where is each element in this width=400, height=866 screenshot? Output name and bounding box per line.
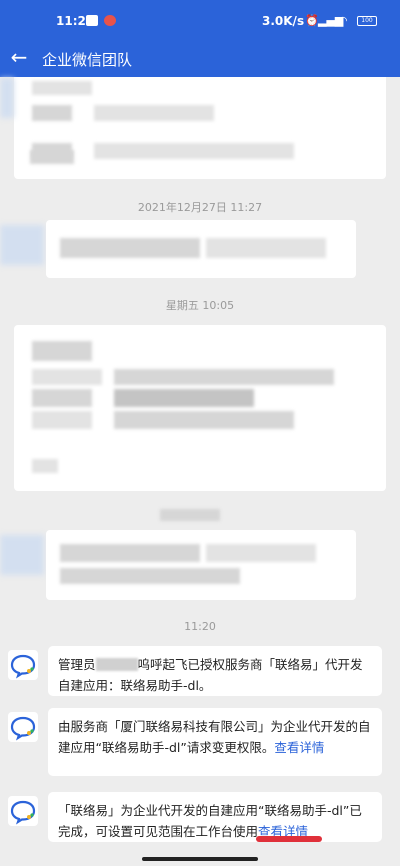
- message-bubble: 「联络易」为企业代开发的自建应用“联络易助手-dl”已完成，可设置可见范围在工作…: [48, 792, 382, 842]
- page-title: 企业微信团队: [42, 51, 133, 69]
- chat-notification-icon: [86, 15, 98, 26]
- wifi-icon: ◠: [338, 14, 348, 27]
- wecom-avatar[interactable]: [8, 796, 38, 826]
- title-bar: ← 企业微信团队: [0, 40, 400, 77]
- message-text: 管理员: [58, 657, 96, 672]
- wecom-logo-icon: [10, 800, 36, 825]
- message-text: 「联络易」为企业代开发的自建应用“联络易助手-dl”已完成，可设置可见范围在工作…: [58, 803, 362, 839]
- timestamp: 2021年12月27日 11:27: [137, 201, 263, 214]
- message-bubble: 由服务商「厦门联络易科技有限公司」为企业代开发的自建应用“联络易助手-dl”请求…: [48, 708, 382, 776]
- blurred-avatar: [0, 78, 14, 118]
- blurred-avatar: [0, 225, 44, 265]
- wecom-avatar[interactable]: [8, 712, 38, 742]
- status-bar: 11:24 3.0K/s ⏰ ▂▄▆ ◠ 100: [0, 0, 400, 40]
- timestamp: 11:20: [184, 620, 216, 633]
- back-arrow-icon[interactable]: ←: [8, 46, 30, 68]
- message-bubble: 管理员 呜呼起飞已授权服务商「联络易」代开发自建应用：联络易助手-dl。: [48, 646, 382, 696]
- view-details-link[interactable]: 查看详情: [274, 740, 324, 755]
- blurred-message-card: [14, 325, 386, 491]
- alarm-icon: ⏰: [305, 14, 319, 27]
- battery-icon: 100: [357, 16, 377, 26]
- blurred-avatar: [0, 535, 44, 575]
- blurred-line: [30, 150, 74, 164]
- blurred-message-card: [46, 530, 356, 600]
- wecom-logo-icon: [10, 654, 36, 679]
- highlight-underline: [256, 836, 322, 842]
- app-notification-icon: [104, 15, 116, 26]
- wecom-logo-icon: [10, 716, 36, 741]
- blurred-message-card: [46, 220, 356, 278]
- redacted-name: [95, 658, 138, 671]
- timestamp: 星期五 10:05: [165, 299, 235, 312]
- home-indicator[interactable]: [142, 857, 258, 861]
- blurred-line: [160, 509, 220, 521]
- network-speed: 3.0K/s: [262, 14, 305, 28]
- wecom-avatar[interactable]: [8, 650, 38, 680]
